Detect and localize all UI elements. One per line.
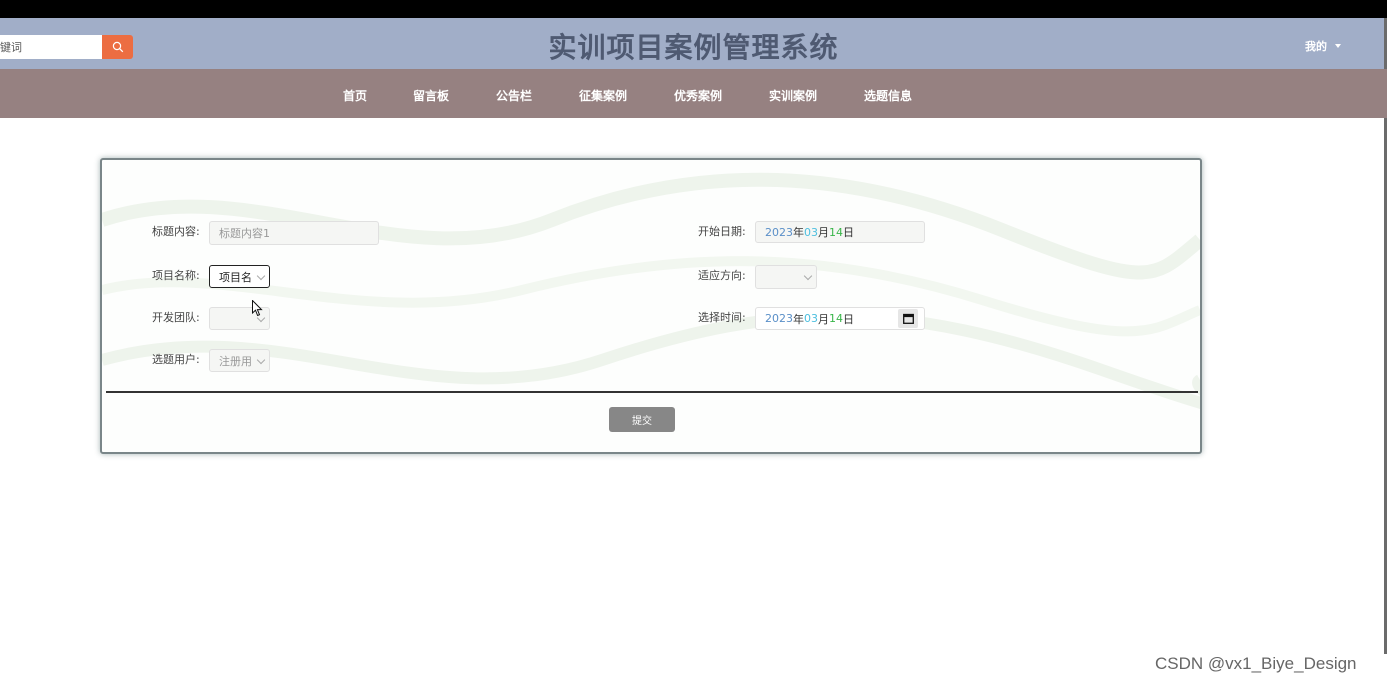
project-name-select[interactable]: 项目名: [209, 265, 270, 288]
select-time-month: 03: [804, 312, 818, 325]
nav-item-notice-board[interactable]: 公告栏: [496, 87, 532, 104]
caret-down-icon: [1335, 44, 1341, 48]
site-header: 实训项目案例管理系统 我的: [0, 18, 1387, 69]
topic-user-value: 注册用: [219, 354, 252, 368]
user-menu-label: 我的: [1305, 40, 1327, 53]
start-date-label: 开始日期:: [698, 225, 746, 238]
submit-button[interactable]: 提交: [609, 407, 675, 432]
nav-item-training-cases[interactable]: 实训案例: [769, 87, 817, 104]
select-time-label: 选择时间:: [698, 311, 746, 324]
select-time-year-unit: 年: [793, 312, 804, 326]
select-time-month-unit: 月: [818, 312, 829, 326]
select-time-year: 2023: [765, 312, 793, 325]
form-divider: [106, 391, 1198, 393]
topic-user-label: 选题用户:: [152, 353, 200, 366]
watermark: CSDN @vx1_Biye_Design: [1155, 654, 1357, 673]
select-time-day-unit: 日: [843, 312, 854, 326]
chevron-down-icon: [256, 355, 266, 364]
nav-item-topic-info[interactable]: 选题信息: [864, 87, 912, 104]
chevron-down-icon: [803, 271, 813, 281]
start-date-day-unit: 日: [843, 226, 854, 239]
user-menu-dropdown[interactable]: 我的: [1305, 38, 1341, 54]
chevron-down-icon: [256, 271, 266, 280]
start-date-day: 14: [829, 225, 843, 239]
nav-item-collect-cases[interactable]: 征集案例: [579, 87, 627, 104]
calendar-icon: [902, 313, 914, 324]
start-date-month: 03: [804, 225, 818, 239]
start-date-year: 2023: [765, 225, 793, 239]
dev-team-label: 开发团队:: [152, 311, 200, 324]
mouse-cursor-icon: [252, 300, 263, 317]
nav-item-home[interactable]: 首页: [343, 87, 367, 104]
direction-select[interactable]: [755, 265, 817, 289]
form-card: 标题内容: 标题内容1 项目名称: 项目名 开发团队: 选题用户: 注册用 开始…: [100, 158, 1202, 454]
nav-item-message-board[interactable]: 留言板: [413, 87, 449, 104]
topic-user-select[interactable]: 注册用: [209, 349, 270, 372]
title-content-value: 标题内容1: [219, 227, 270, 240]
start-date-year-unit: 年: [793, 226, 804, 239]
calendar-picker-button[interactable]: [898, 309, 918, 328]
direction-label: 适应方向:: [698, 269, 746, 282]
title-content-label: 标题内容:: [152, 225, 200, 238]
main-nav: 首页 留言板 公告栏 征集案例 优秀案例 实训案例 选题信息: [0, 69, 1387, 118]
title-content-field[interactable]: 标题内容1: [209, 221, 379, 245]
start-date-field[interactable]: 2023 年 03 月 14 日: [755, 221, 925, 243]
project-name-value: 项目名: [219, 270, 252, 284]
select-time-field[interactable]: 2023 年 03 月 14 日: [755, 307, 925, 330]
site-title: 实训项目案例管理系统: [548, 31, 839, 64]
nav-item-excellent-cases[interactable]: 优秀案例: [674, 87, 722, 104]
project-name-label: 项目名称:: [152, 269, 200, 282]
start-date-month-unit: 月: [818, 226, 829, 239]
window-top-bar: [0, 0, 1387, 18]
select-time-day: 14: [829, 312, 843, 325]
